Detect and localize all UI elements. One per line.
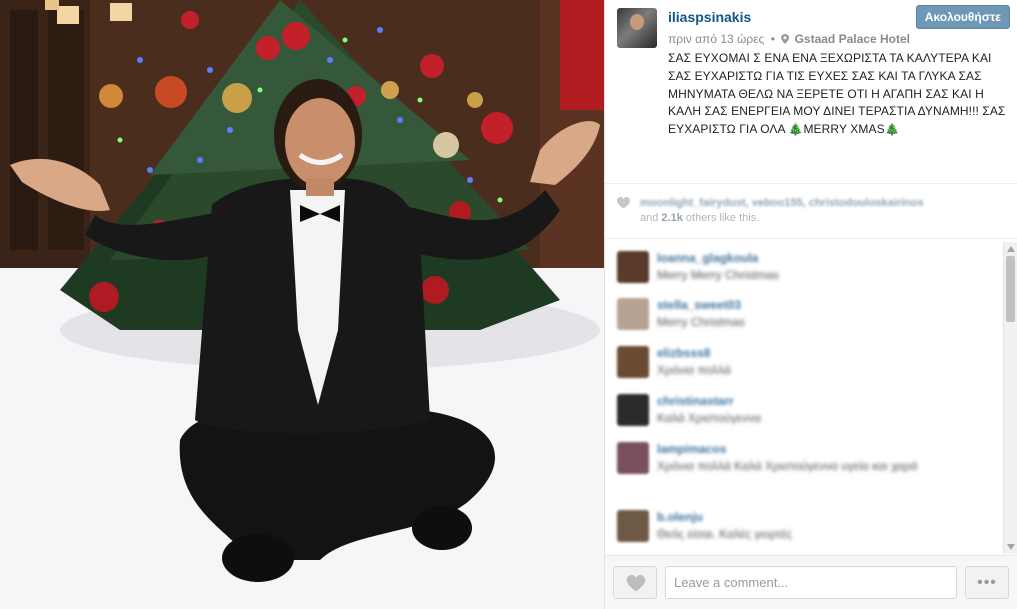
comment-user[interactable]: stella_sweet03: [657, 298, 741, 312]
heart-icon: [626, 575, 646, 592]
scroll-down-icon[interactable]: [1007, 543, 1015, 551]
comment-user[interactable]: lampimacos: [657, 442, 726, 456]
comment-avatar[interactable]: [617, 346, 649, 378]
comments-list: Ioanna_glagkoula Merry Merry Christmas s…: [605, 242, 1003, 554]
likes-count-line: and 2.1k others like this.: [640, 210, 759, 226]
comment-avatar[interactable]: [617, 442, 649, 474]
follow-button[interactable]: Ακολουθήστε: [915, 5, 1010, 29]
meta-separator: •: [770, 32, 775, 46]
likes-suffix: others like this.: [685, 212, 760, 224]
comment-avatar[interactable]: [617, 251, 649, 283]
comment-text: Χρόνια πολλά: [657, 363, 731, 377]
scroll-up-icon[interactable]: [1007, 245, 1015, 253]
post-info-pane: iliaspsinakis Ακολουθήστε πριν από 13 ώρ…: [604, 0, 1017, 609]
post-caption: ΣΑΣ ΕΥΧΟΜΑΙ Σ ΕΝΑ ΕΝΑ ΞΕΧΩΡΙΣΤΑ ΤΑ ΚΑΛΥΤ…: [668, 51, 1006, 137]
comment-avatar[interactable]: [617, 394, 649, 426]
more-options-button[interactable]: •••: [965, 566, 1009, 599]
post-photo[interactable]: [0, 0, 604, 609]
location-link[interactable]: Gstaad Palace Hotel: [795, 32, 910, 46]
comment-avatar[interactable]: [617, 510, 649, 542]
comment-footer: •••: [605, 555, 1017, 609]
comment-text: Merry Christmas: [657, 315, 746, 329]
scrollbar-thumb[interactable]: [1006, 256, 1015, 322]
comment-text: Θεός είσαι. Καλές γιορτές: [657, 527, 793, 541]
comment-user[interactable]: b.olenju: [657, 510, 703, 524]
like-button[interactable]: [613, 566, 657, 599]
comment-input[interactable]: [665, 566, 957, 599]
comments-scrollbar[interactable]: [1003, 242, 1017, 554]
divider: [605, 238, 1017, 239]
comment-text: Χρόνια πολλά Καλά Χριστούγεννα υγεία και…: [657, 459, 918, 473]
christmas-tree-photo: [0, 0, 604, 609]
username-link[interactable]: iliaspsinakis: [668, 9, 751, 25]
comment-text: Merry Merry Christmas: [657, 268, 779, 282]
comment-user[interactable]: elizbsss8: [657, 346, 710, 360]
timestamp[interactable]: πριν από 13 ώρες: [668, 32, 764, 46]
comment-avatar[interactable]: [617, 298, 649, 330]
comment-user[interactable]: Ioanna_glagkoula: [657, 251, 758, 265]
comment-user[interactable]: christinastarr: [657, 394, 734, 408]
divider: [605, 183, 1017, 184]
post-meta: πριν από 13 ώρες • Gstaad Palace Hotel: [668, 32, 910, 46]
avatar[interactable]: [617, 8, 657, 48]
likers-list[interactable]: moonlight_fairydust, veboo155, christodo…: [640, 195, 924, 211]
heart-icon: [617, 197, 630, 209]
post-header: iliaspsinakis Ακολουθήστε πριν από 13 ώρ…: [605, 0, 1017, 180]
comment-text: Καλά Χριστούγεννα: [657, 411, 761, 425]
likes-count[interactable]: 2.1k: [661, 212, 682, 224]
pin-icon: [781, 34, 790, 44]
likes-and-label: and: [640, 212, 659, 224]
